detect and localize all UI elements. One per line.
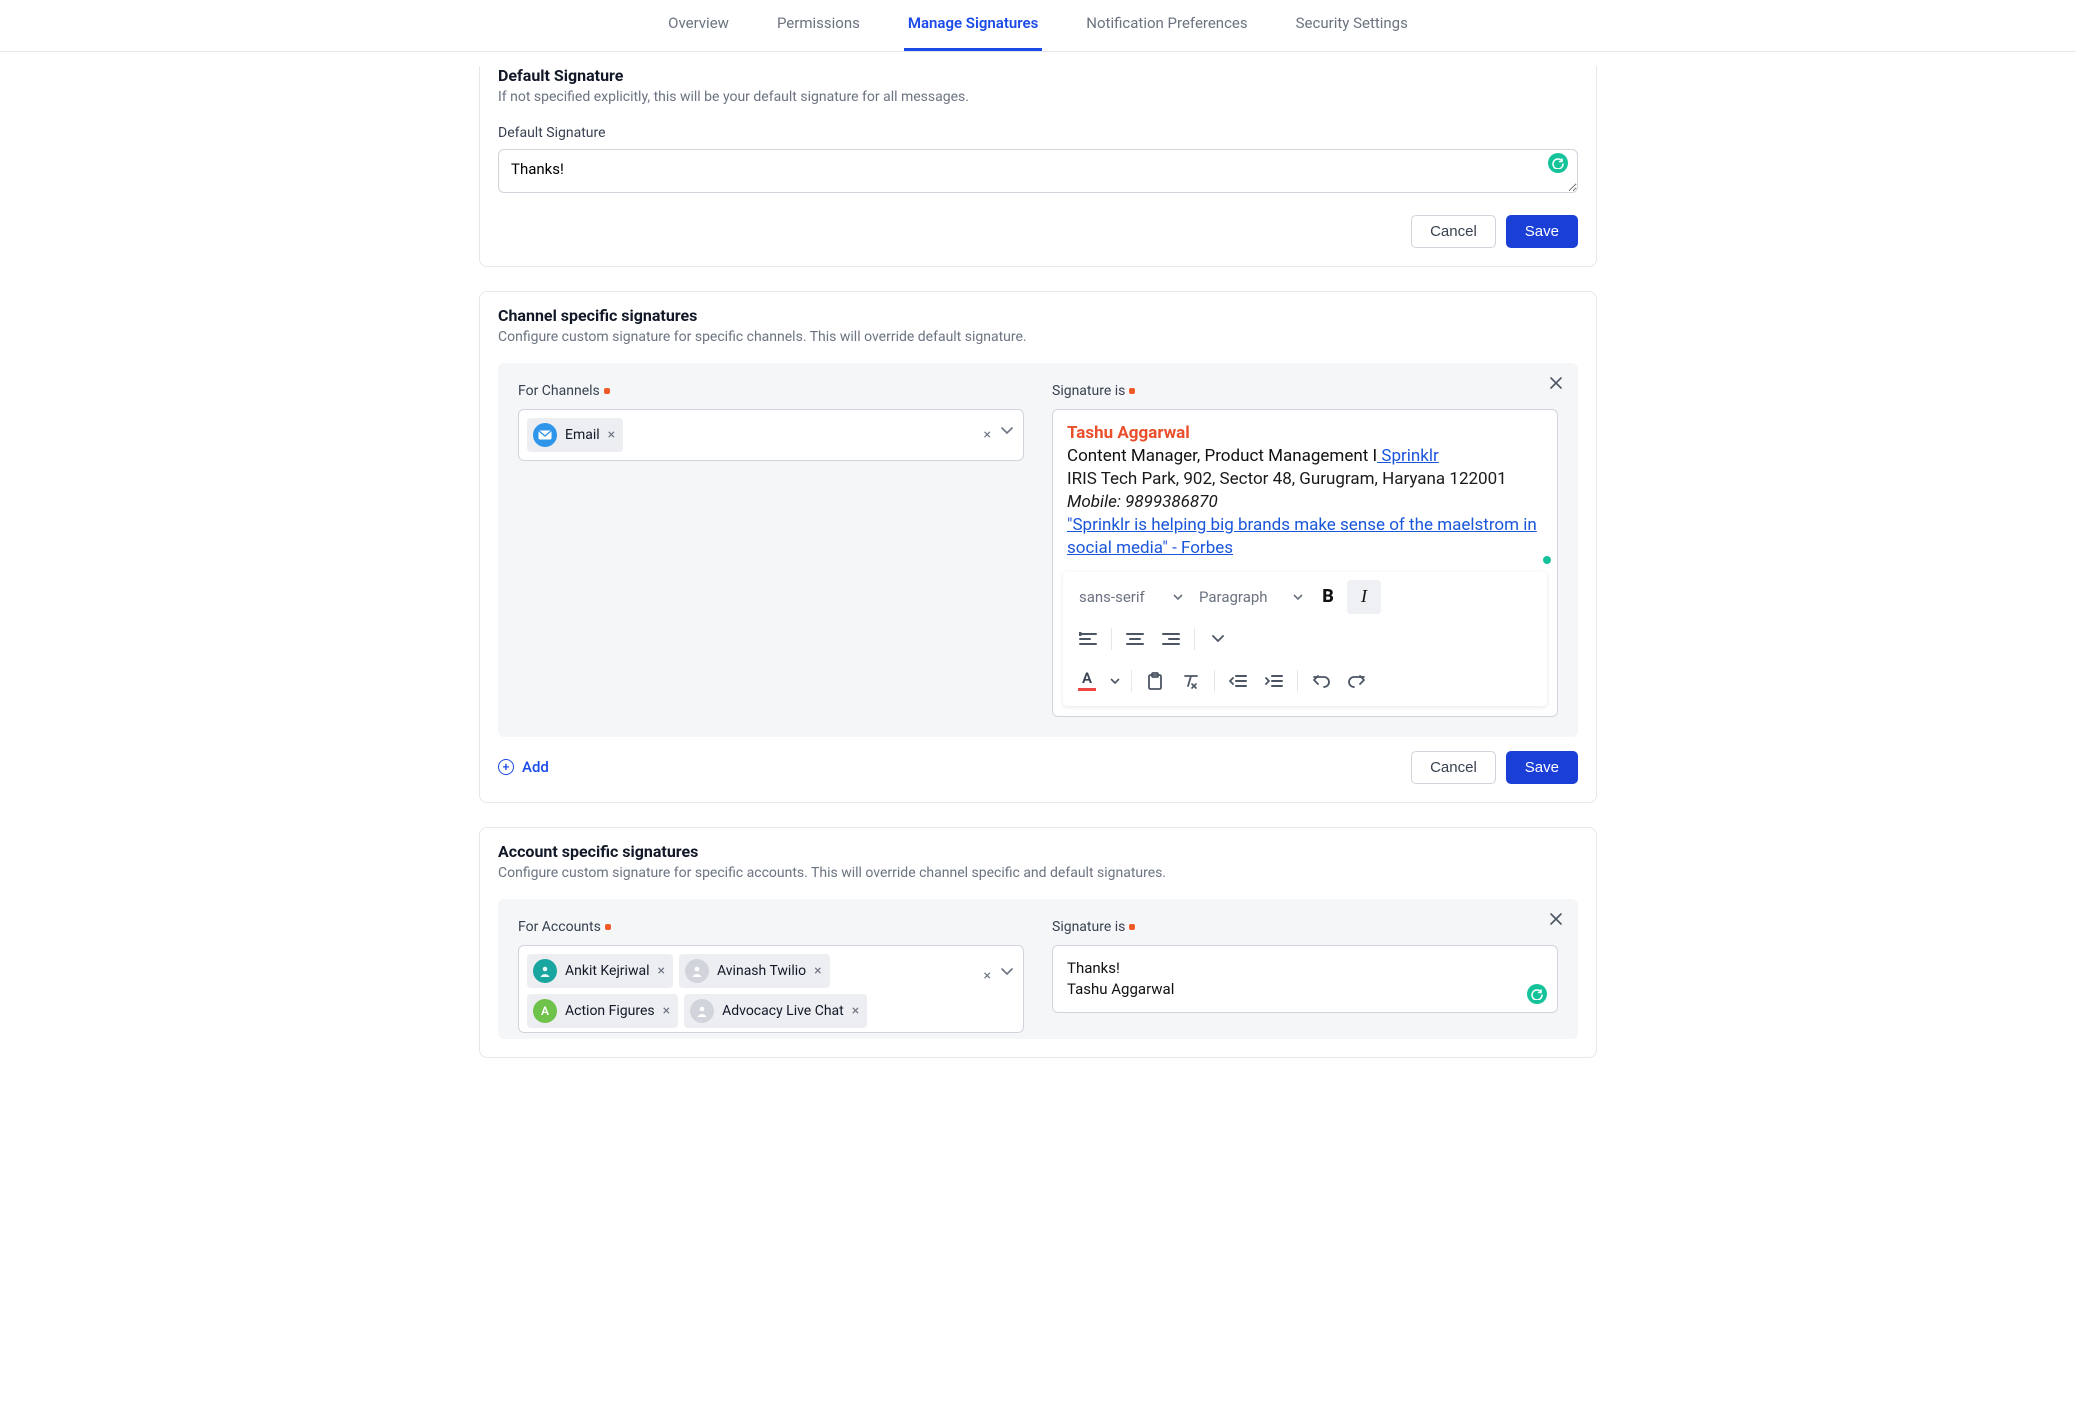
account-chip: Avinash Twilio ×	[679, 954, 830, 988]
font-family-select[interactable]: sans-serif	[1071, 584, 1189, 610]
chip-remove-icon[interactable]: ×	[852, 1003, 859, 1019]
close-icon[interactable]	[1548, 911, 1564, 927]
avatar-icon: A	[533, 999, 557, 1023]
email-icon	[533, 423, 557, 447]
tabs-bar: Overview Permissions Manage Signatures N…	[0, 0, 2076, 52]
font-color-dropdown[interactable]	[1105, 664, 1125, 698]
sig-name: Tashu Aggarwal	[1067, 422, 1543, 445]
signature-is-label: Signature is	[1052, 383, 1558, 399]
grammarly-dot	[1543, 556, 1551, 564]
account-sig-subtitle: Configure custom signature for specific …	[498, 865, 1578, 881]
required-indicator	[605, 924, 611, 930]
for-accounts-label: For Accounts	[518, 919, 1024, 935]
account-chip: Ankit Kejriwal ×	[527, 954, 673, 988]
required-indicator	[1129, 388, 1135, 394]
italic-button[interactable]: I	[1347, 580, 1381, 614]
avatar-icon	[690, 999, 714, 1023]
align-left-button[interactable]	[1071, 622, 1105, 656]
clear-all-icon[interactable]: ×	[982, 966, 993, 986]
chip-label: Email	[565, 427, 600, 443]
align-right-button[interactable]	[1154, 622, 1188, 656]
chevron-down-icon	[1293, 594, 1303, 600]
toolbar-separator	[1214, 670, 1215, 692]
sig-line: Tashu Aggarwal	[1067, 979, 1543, 1000]
toolbar-separator	[1297, 670, 1298, 692]
account-signature-editor[interactable]: Thanks! Tashu Aggarwal	[1052, 945, 1558, 1013]
add-channel-sig-button[interactable]: + Add	[498, 758, 549, 776]
sig-quote-link[interactable]: "Sprinklr is helping big brands make sen…	[1067, 515, 1537, 558]
account-chip: Advocacy Live Chat ×	[684, 994, 867, 1028]
tab-overview[interactable]: Overview	[664, 0, 733, 51]
undo-button[interactable]	[1304, 664, 1338, 698]
paragraph-style-select[interactable]: Paragraph	[1191, 584, 1309, 610]
toolbar-separator	[1131, 670, 1132, 692]
signature-is-label: Signature is	[1052, 919, 1558, 935]
default-sig-textarea[interactable]	[498, 149, 1578, 193]
chip-remove-icon[interactable]: ×	[663, 1003, 670, 1019]
for-channels-label: For Channels	[518, 383, 1024, 399]
font-color-button[interactable]: A	[1071, 664, 1103, 698]
account-sig-panel: For Accounts Ankit Kejriwal × A	[498, 899, 1578, 1039]
for-channels-picker[interactable]: Email × ×	[518, 409, 1024, 461]
chevron-down-icon	[1173, 594, 1183, 600]
sig-mobile: Mobile: 9899386870	[1067, 491, 1543, 514]
chevron-down-icon[interactable]	[999, 425, 1015, 445]
indent-button[interactable]	[1257, 664, 1291, 698]
grammarly-icon[interactable]	[1527, 984, 1547, 1004]
channel-chip-email: Email ×	[527, 418, 623, 452]
tab-manage-signatures[interactable]: Manage Signatures	[904, 0, 1042, 51]
avatar-icon	[685, 959, 709, 983]
account-sig-title: Account specific signatures	[498, 842, 1578, 861]
channel-sig-title: Channel specific signatures	[498, 306, 1578, 325]
required-indicator	[1129, 924, 1135, 930]
clear-format-button[interactable]	[1174, 664, 1208, 698]
default-signature-card: Default Signature If not specified expli…	[479, 66, 1597, 267]
chip-label: Action Figures	[565, 1003, 655, 1019]
account-signatures-card: Account specific signatures Configure cu…	[479, 827, 1597, 1058]
default-sig-title: Default Signature	[498, 66, 1578, 85]
sig-role-line: Content Manager, Product Management I Sp…	[1067, 445, 1543, 468]
toolbar-separator	[1111, 628, 1112, 650]
default-sig-subtitle: If not specified explicitly, this will b…	[498, 89, 1578, 105]
rte-toolbar: sans-serif Paragraph	[1063, 572, 1547, 706]
account-chip: A Action Figures ×	[527, 994, 678, 1028]
bold-button[interactable]: B	[1311, 580, 1345, 614]
sig-company-link[interactable]: Sprinklr	[1377, 446, 1439, 466]
save-button[interactable]: Save	[1506, 215, 1578, 248]
clear-all-icon[interactable]: ×	[982, 425, 993, 445]
tab-permissions[interactable]: Permissions	[773, 0, 864, 51]
sig-line: Thanks!	[1067, 958, 1543, 979]
chip-remove-icon[interactable]: ×	[814, 963, 821, 979]
plus-circle-icon: +	[498, 759, 514, 775]
chip-label: Avinash Twilio	[717, 963, 806, 979]
align-center-button[interactable]	[1118, 622, 1152, 656]
channel-sig-panel: For Channels Email × ×	[498, 363, 1578, 737]
for-accounts-picker[interactable]: Ankit Kejriwal × Avinash Twilio × A Acti…	[518, 945, 1024, 1033]
more-align-button[interactable]	[1201, 622, 1235, 656]
chip-remove-icon[interactable]: ×	[658, 963, 665, 979]
signature-editor[interactable]: Tashu Aggarwal Content Manager, Product …	[1052, 409, 1558, 717]
channel-sig-subtitle: Configure custom signature for specific …	[498, 329, 1578, 345]
paste-button[interactable]	[1138, 664, 1172, 698]
grammarly-icon[interactable]	[1548, 153, 1568, 173]
cancel-button[interactable]: Cancel	[1411, 215, 1496, 248]
chevron-down-icon[interactable]	[999, 966, 1015, 986]
save-button[interactable]: Save	[1506, 751, 1578, 784]
redo-button[interactable]	[1340, 664, 1374, 698]
chip-label: Ankit Kejriwal	[565, 963, 650, 979]
outdent-button[interactable]	[1221, 664, 1255, 698]
required-indicator	[604, 388, 610, 394]
avatar-icon	[533, 959, 557, 983]
cancel-button[interactable]: Cancel	[1411, 751, 1496, 784]
signature-content[interactable]: Tashu Aggarwal Content Manager, Product …	[1053, 410, 1557, 568]
chip-label: Advocacy Live Chat	[722, 1003, 844, 1019]
tab-notification-preferences[interactable]: Notification Preferences	[1082, 0, 1251, 51]
toolbar-separator	[1194, 628, 1195, 650]
tab-security-settings[interactable]: Security Settings	[1292, 0, 1412, 51]
chip-remove-icon[interactable]: ×	[608, 427, 615, 443]
close-icon[interactable]	[1548, 375, 1564, 391]
default-sig-field-label: Default Signature	[498, 125, 1578, 141]
sig-address: IRIS Tech Park, 902, Sector 48, Gurugram…	[1067, 468, 1543, 491]
channel-signatures-card: Channel specific signatures Configure cu…	[479, 291, 1597, 803]
